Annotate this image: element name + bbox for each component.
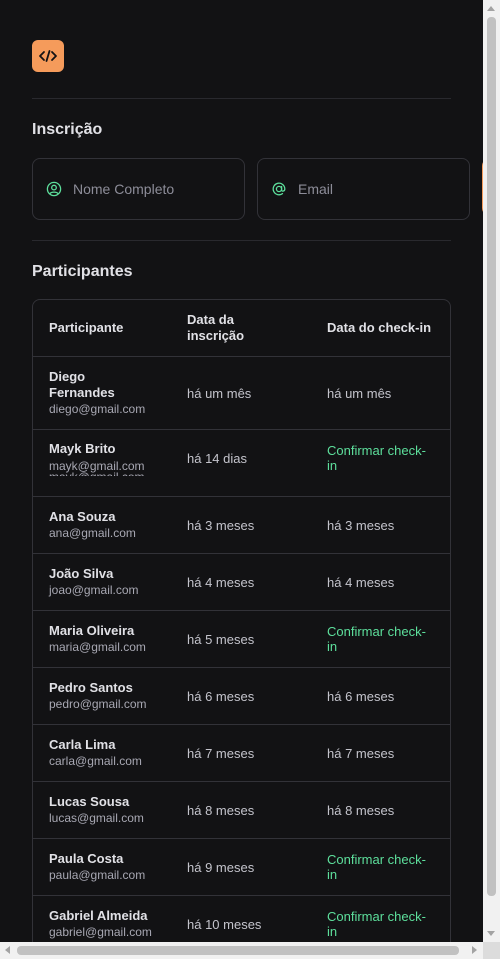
registration-date: há 6 meses <box>187 689 255 704</box>
participant-email: paula@gmail.com <box>49 868 146 882</box>
checkin-date: há 7 meses <box>327 746 395 761</box>
column-registration-date: Data da inscrição <box>187 312 245 343</box>
registration-date: há 3 meses <box>187 518 255 533</box>
table-row: Gabriel Almeida gabriel@gmail.com há 10 … <box>33 896 450 942</box>
participant-name: João Silva <box>49 566 114 581</box>
table-row: Paula Costa paula@gmail.com há 9 meses C… <box>33 839 450 896</box>
participant-name: Maria Oliveira <box>49 623 135 638</box>
table-header: Participante Data da inscrição Data do c… <box>33 300 450 357</box>
registration-date: há um mês <box>187 386 252 401</box>
participant-email: joao@gmail.com <box>49 583 139 597</box>
scroll-down-arrow-icon[interactable] <box>487 931 495 936</box>
user-circle-icon <box>46 181 62 197</box>
registration-title: Inscrição <box>32 121 103 138</box>
scroll-left-arrow-icon[interactable] <box>5 946 10 954</box>
column-checkin-date: Data do check-in <box>327 320 432 335</box>
participant-name: Diego Fernandes <box>49 369 115 400</box>
participant-email: carla@gmail.com <box>49 754 142 768</box>
section-divider <box>32 240 451 241</box>
vertical-scroll-thumb[interactable] <box>487 17 496 896</box>
table-row: Carla Lima carla@gmail.com há 7 meses há… <box>33 725 450 782</box>
code-icon <box>39 50 57 62</box>
participant-email: gabriel@gmail.com <box>49 925 152 939</box>
participant-name: Pedro Santos <box>49 680 133 695</box>
table-row: Pedro Santos pedro@gmail.com há 6 meses … <box>33 668 450 725</box>
participant-email: maria@gmail.com <box>49 640 146 654</box>
participant-email-ghost: mayk@gmail.com <box>49 470 145 476</box>
registration-date: há 10 meses <box>187 917 262 932</box>
registration-date: há 9 meses <box>187 860 255 875</box>
participant-name: Mayk Brito <box>49 441 116 456</box>
table-row: Mayk Brito mayk@gmail.com mayk@gmail.com… <box>33 430 450 497</box>
registration-date: há 4 meses <box>187 575 255 590</box>
checkin-date: há 3 meses <box>327 518 395 533</box>
scroll-right-arrow-icon[interactable] <box>472 946 477 954</box>
confirm-checkin-button[interactable]: Confirmar check- in <box>327 443 435 473</box>
table-row: Maria Oliveira maria@gmail.com há 5 mese… <box>33 611 450 668</box>
table-row: Lucas Sousa lucas@gmail.com há 8 meses h… <box>33 782 450 839</box>
checkin-date: há 6 meses <box>327 689 395 704</box>
email-field[interactable] <box>257 158 470 220</box>
confirm-checkin-button[interactable]: Confirmar check- in <box>327 909 435 939</box>
table-row: João Silva joao@gmail.com há 4 meses há … <box>33 554 450 611</box>
participant-name: Gabriel Almeida <box>49 908 148 923</box>
participant-name: Carla Lima <box>49 737 116 752</box>
name-input[interactable] <box>73 181 223 197</box>
participant-email: pedro@gmail.com <box>49 697 147 711</box>
participant-email: diego@gmail.com <box>49 402 146 416</box>
vertical-scrollbar[interactable] <box>483 0 500 942</box>
table-row: Ana Souza ana@gmail.com há 3 meses há 3 … <box>33 497 450 554</box>
registration-date: há 14 dias <box>187 451 247 466</box>
checkin-date: há 8 meses <box>327 803 395 818</box>
table-row: Diego Fernandes diego@gmail.com há um mê… <box>33 357 450 430</box>
confirm-checkin-button[interactable]: Confirmar check- in <box>327 852 435 882</box>
checkin-date: há um mês <box>327 386 392 401</box>
participant-name: Paula Costa <box>49 851 124 866</box>
name-field[interactable] <box>32 158 245 220</box>
at-sign-icon <box>272 182 286 196</box>
scrollbar-corner <box>483 942 500 959</box>
participant-name: Ana Souza <box>49 509 116 524</box>
checkin-date: há 4 meses <box>327 575 395 590</box>
email-input[interactable] <box>298 181 448 197</box>
horizontal-scroll-thumb[interactable] <box>17 946 459 955</box>
participant-email: ana@gmail.com <box>49 526 136 540</box>
registration-date: há 7 meses <box>187 746 255 761</box>
participant-name: Lucas Sousa <box>49 794 130 809</box>
participants-title: Participantes <box>32 263 133 280</box>
column-participant: Participante <box>49 320 124 335</box>
scroll-up-arrow-icon[interactable] <box>487 6 495 11</box>
page: Inscrição Participantes Participante Dat… <box>0 0 483 942</box>
confirm-checkin-button[interactable]: Confirmar check- in <box>327 624 435 654</box>
header-divider <box>32 98 451 99</box>
registration-date: há 5 meses <box>187 632 255 647</box>
horizontal-scrollbar[interactable] <box>0 942 483 959</box>
registration-date: há 8 meses <box>187 803 255 818</box>
logo <box>32 40 64 72</box>
participants-table: Participante Data da inscrição Data do c… <box>32 299 451 942</box>
participant-email: lucas@gmail.com <box>49 811 144 825</box>
